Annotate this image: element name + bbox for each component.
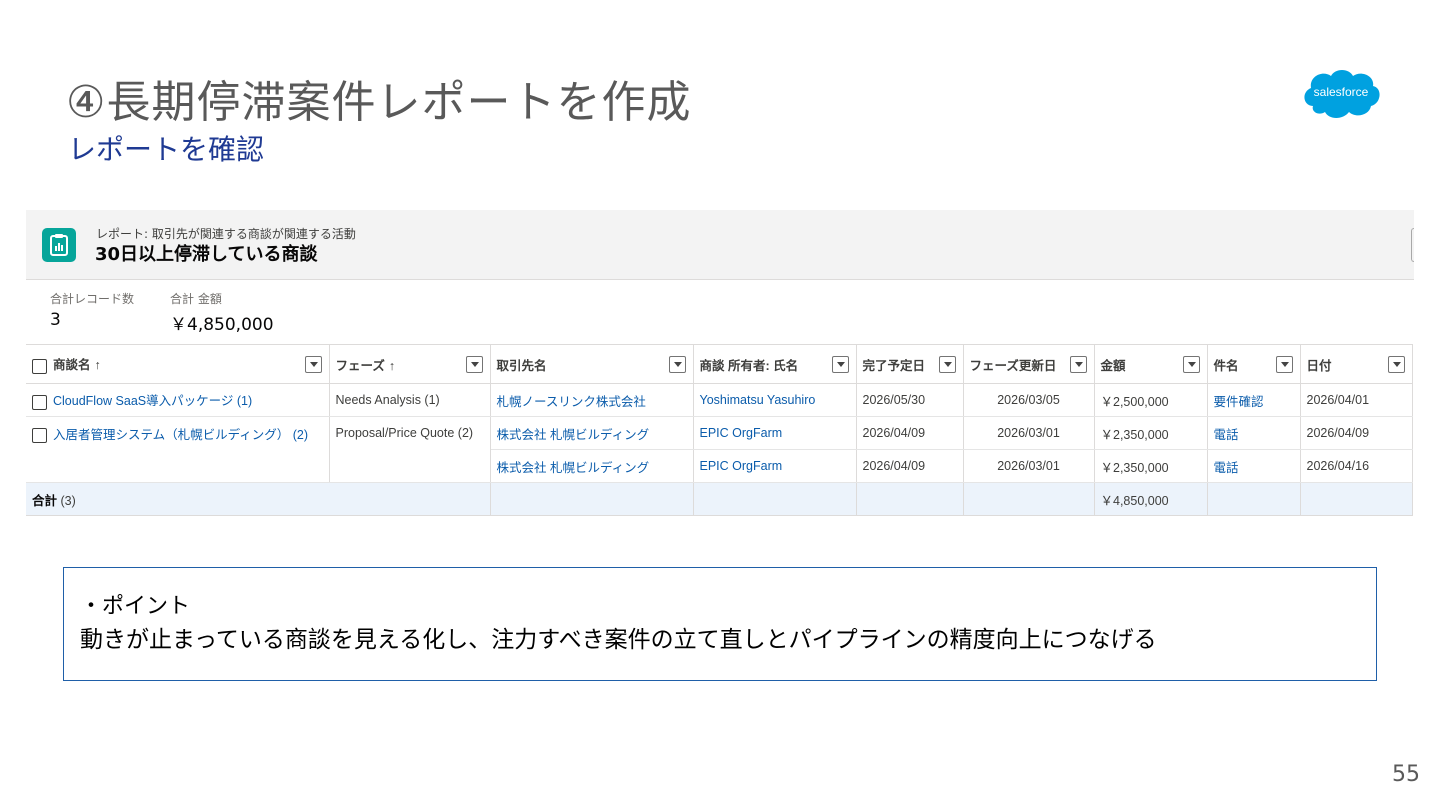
header-action-button[interactable] <box>1411 228 1414 262</box>
column-header-phase-updated[interactable]: フェーズ更新日 <box>963 344 1095 384</box>
total-empty-cell <box>1207 482 1301 516</box>
total-empty-cell <box>693 482 857 516</box>
select-all-checkbox[interactable] <box>32 358 47 374</box>
owner-cell[interactable]: Yoshimatsu Yasuhiro <box>693 383 857 417</box>
subject-cell[interactable]: 電話 <box>1207 449 1301 483</box>
column-header-opportunity[interactable]: 商談名 ↑ <box>26 344 330 384</box>
phase-cell-empty <box>329 449 491 483</box>
column-menu-icon[interactable] <box>465 356 483 373</box>
total-empty-cell <box>1300 482 1413 516</box>
point-box: ・ポイント 動きが止まっている商談を見える化し、注力すべき案件の立て直しとパイプ… <box>63 567 1377 681</box>
account-cell[interactable]: 株式会社 札幌ビルディング <box>490 449 694 483</box>
column-menu-icon[interactable] <box>668 356 686 373</box>
column-header-account[interactable]: 取引先名 <box>490 344 694 384</box>
salesforce-logo: salesforce <box>1304 70 1380 118</box>
summary-amount-label: 合計 金額 <box>170 292 222 306</box>
logo-text: salesforce <box>1314 85 1369 99</box>
summary-count-label: 合計レコード数 <box>50 292 135 306</box>
owner-cell[interactable]: EPIC OrgFarm <box>693 449 857 483</box>
column-menu-icon[interactable] <box>1387 356 1405 373</box>
table-row: 入居者管理システム（札幌ビルディング） (2) Proposal/Price Q… <box>26 416 1413 450</box>
sort-asc-icon: ↑ <box>94 358 101 373</box>
close-date-cell: 2026/05/30 <box>856 383 964 417</box>
column-header-subject[interactable]: 件名 <box>1207 344 1301 384</box>
summary-amount: 合計 金額 ￥4,850,000 <box>170 290 274 335</box>
column-menu-icon[interactable] <box>1069 356 1087 373</box>
report-header: レポート: 取引先が関連する商談が関連する活動 30日以上停滞している商談 <box>26 210 1414 280</box>
phase-updated-cell: 2026/03/01 <box>963 449 1095 483</box>
phase-cell: Needs Analysis (1) <box>329 383 491 417</box>
report-table: 商談名 ↑ フェーズ ↑ 取引先名 商談 所有者: 氏名 完了予定日 フェーズ更新日… <box>26 344 1413 516</box>
opportunity-cell[interactable]: 入居者管理システム（札幌ビルディング） (2) <box>26 416 330 450</box>
grand-total-row: 合計 (3) ￥4,850,000 <box>26 482 1413 516</box>
row-checkbox[interactable] <box>32 394 47 410</box>
subject-cell[interactable]: 要件確認 <box>1207 383 1301 417</box>
total-empty-cell <box>490 482 694 516</box>
table-row: 株式会社 札幌ビルディング EPIC OrgFarm 2026/04/09 20… <box>26 449 1413 483</box>
phase-updated-cell: 2026/03/01 <box>963 416 1095 450</box>
date-cell: 2026/04/16 <box>1300 449 1413 483</box>
grand-total-amount: ￥4,850,000 <box>1094 482 1208 516</box>
table-row: CloudFlow SaaS導入パッケージ (1) Needs Analysis… <box>26 383 1413 417</box>
column-menu-icon[interactable] <box>1275 356 1293 373</box>
column-header-owner[interactable]: 商談 所有者: 氏名 <box>693 344 857 384</box>
opportunity-cell[interactable]: CloudFlow SaaS導入パッケージ (1) <box>26 383 330 417</box>
page-number: 55 <box>1392 762 1420 787</box>
summary-amount-value: ￥4,850,000 <box>170 315 274 335</box>
summary-count-value: 3 <box>50 310 61 330</box>
report-name: 30日以上停滞している商談 <box>95 244 318 265</box>
column-menu-icon[interactable] <box>304 356 322 373</box>
report-panel: レポート: 取引先が関連する商談が関連する活動 30日以上停滞している商談 合計… <box>26 210 1414 516</box>
column-menu-icon[interactable] <box>938 356 956 373</box>
column-header-phase[interactable]: フェーズ ↑ <box>329 344 491 384</box>
amount-cell: ￥2,350,000 <box>1094 449 1208 483</box>
point-title: ・ポイント <box>80 594 191 619</box>
total-empty-cell <box>856 482 964 516</box>
column-header-date[interactable]: 日付 <box>1300 344 1413 384</box>
row-checkbox[interactable] <box>32 427 47 443</box>
amount-cell: ￥2,500,000 <box>1094 383 1208 417</box>
opportunity-cell-empty <box>26 449 330 483</box>
sort-asc-icon: ↑ <box>388 358 396 373</box>
owner-cell[interactable]: EPIC OrgFarm <box>693 416 857 450</box>
point-text: 動きが止まっている商談を見える化し、注力すべき案件の立て直しとパイプラインの精度… <box>80 627 1157 653</box>
column-menu-icon[interactable] <box>831 356 849 373</box>
column-header-amount[interactable]: 金額 <box>1094 344 1208 384</box>
slide-title: ④長期停滞案件レポートを作成 <box>66 77 692 128</box>
phase-cell: Proposal/Price Quote (2) <box>329 416 491 450</box>
total-empty-cell <box>963 482 1095 516</box>
account-cell[interactable]: 札幌ノースリンク株式会社 <box>490 383 694 417</box>
date-cell: 2026/04/09 <box>1300 416 1413 450</box>
amount-cell: ￥2,350,000 <box>1094 416 1208 450</box>
subject-cell[interactable]: 電話 <box>1207 416 1301 450</box>
phase-updated-cell: 2026/03/05 <box>963 383 1095 417</box>
slide-subtitle: レポートを確認 <box>68 133 265 166</box>
report-icon <box>42 228 76 262</box>
grand-total-label: 合計 (3) <box>26 482 491 516</box>
column-header-close-date[interactable]: 完了予定日 <box>856 344 964 384</box>
date-cell: 2026/04/01 <box>1300 383 1413 417</box>
table-header-row: 商談名 ↑ フェーズ ↑ 取引先名 商談 所有者: 氏名 完了予定日 フェーズ更新日… <box>26 344 1413 384</box>
close-date-cell: 2026/04/09 <box>856 416 964 450</box>
account-cell[interactable]: 株式会社 札幌ビルディング <box>490 416 694 450</box>
close-date-cell: 2026/04/09 <box>856 449 964 483</box>
summary-record-count: 合計レコード数 3 <box>50 290 134 330</box>
column-menu-icon[interactable] <box>1182 356 1200 373</box>
